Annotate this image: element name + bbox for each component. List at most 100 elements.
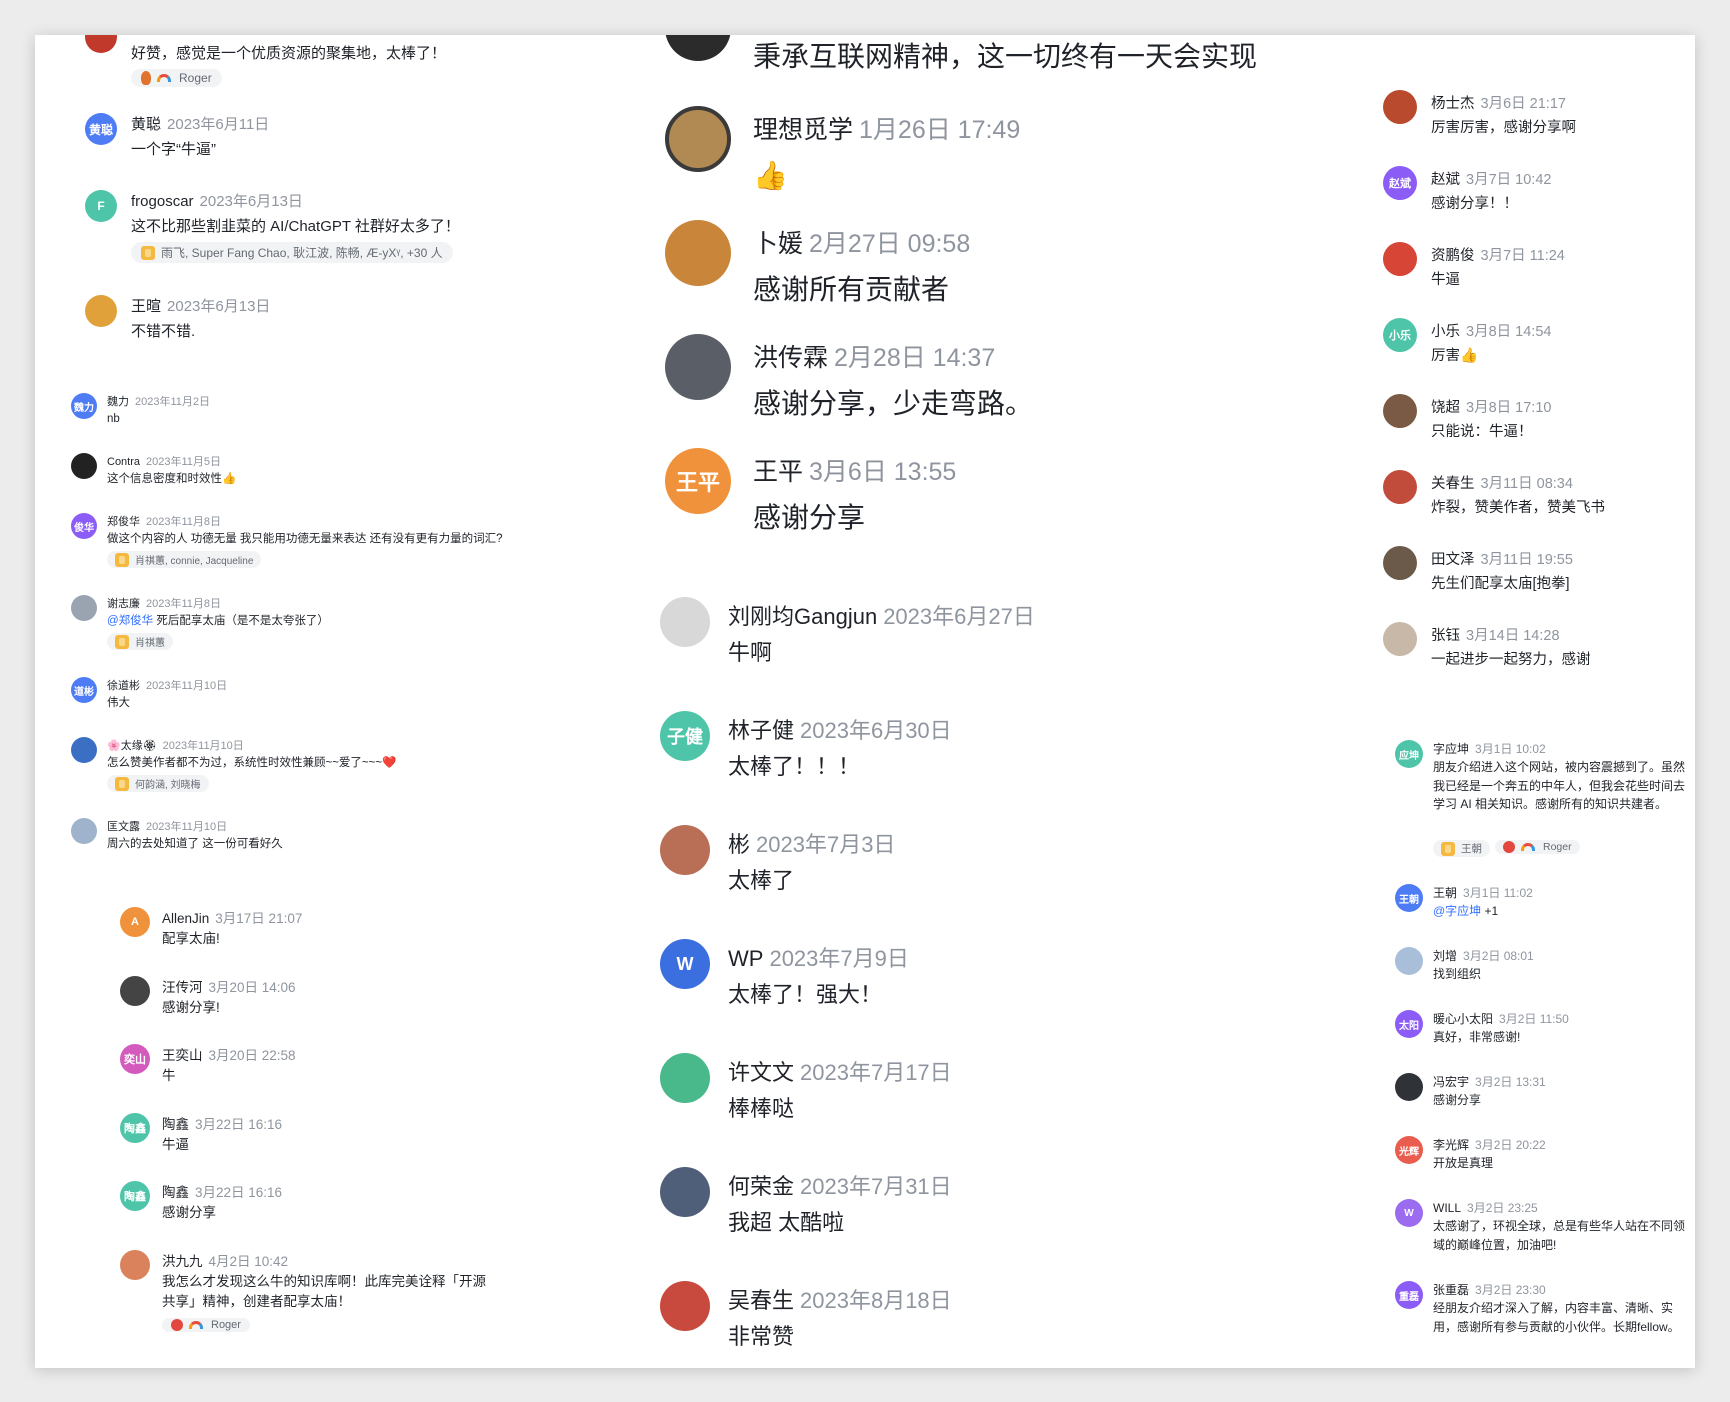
author-name[interactable]: 何荣金 [728, 1174, 794, 1199]
reaction-chip[interactable]: 何韵涵, 刘晓梅 [107, 775, 209, 792]
avatar[interactable]: 子健 [660, 711, 710, 761]
author-name[interactable]: 理想觅学 [753, 116, 853, 144]
avatar[interactable]: 王朝 [1395, 884, 1423, 912]
author-name[interactable]: 洪九九 [162, 1254, 203, 1269]
avatar[interactable]: 陶鑫 [120, 1181, 150, 1211]
avatar[interactable] [660, 825, 710, 875]
avatar[interactable]: 赵斌 [1383, 166, 1417, 200]
reaction-chip[interactable]: 雨飞, Super Fang Chao, 耿江波, 陈畅, Æ-yXᵞ, +30… [131, 242, 453, 263]
reaction-chip[interactable]: 王朝 [1433, 840, 1490, 857]
author-name[interactable]: Contra [107, 456, 140, 468]
author-name[interactable]: 彬 [728, 832, 750, 857]
comment-date: 2023年11月10日 [162, 740, 244, 752]
author-name[interactable]: 刘增 [1433, 949, 1457, 963]
avatar[interactable]: W [660, 939, 710, 989]
author-name[interactable]: 张钰 [1431, 628, 1460, 644]
author-name[interactable]: 吴春生 [728, 1288, 794, 1313]
avatar[interactable] [660, 1167, 710, 1217]
comment-text: 做这个内容的人 功德无量 我只能用功德无量来表达 还有没有更有力量的词汇? [107, 533, 503, 545]
avatar[interactable] [1383, 242, 1417, 276]
avatar[interactable] [85, 295, 117, 327]
avatar[interactable] [660, 597, 710, 647]
mention-link[interactable]: @郑俊华 [107, 615, 153, 627]
reaction-chip[interactable]: 肖祺蕙, connie, Jacqueline [107, 551, 262, 568]
avatar[interactable] [665, 35, 731, 61]
avatar[interactable] [71, 595, 97, 621]
avatar[interactable]: 光辉 [1395, 1136, 1423, 1164]
author-name[interactable]: 杨士杰 [1431, 96, 1475, 112]
author-name[interactable]: 田文泽 [1431, 552, 1475, 568]
author-name[interactable]: 匡文露 [107, 821, 140, 833]
author-name[interactable]: 郑俊华 [107, 516, 140, 528]
avatar[interactable] [120, 976, 150, 1006]
avatar[interactable] [71, 737, 97, 763]
avatar[interactable] [1395, 947, 1423, 975]
avatar[interactable] [660, 1053, 710, 1103]
author-name[interactable]: WILL [1433, 1201, 1461, 1215]
author-name[interactable]: 🌸太缘🏵 [107, 740, 157, 752]
author-name[interactable]: 刘刚均Gangjun [728, 604, 877, 629]
avatar[interactable] [71, 818, 97, 844]
author-name[interactable]: frogoscar [131, 193, 194, 210]
reaction-chip[interactable]: 肖祺蕙 [107, 633, 173, 650]
author-name[interactable]: 汪传河 [162, 980, 203, 995]
author-name[interactable]: 魏力 [107, 396, 129, 408]
avatar[interactable] [665, 106, 731, 172]
avatar[interactable] [71, 453, 97, 479]
avatar[interactable]: 王平 [665, 448, 731, 514]
avatar[interactable]: 奕山 [120, 1044, 150, 1074]
avatar[interactable] [1383, 394, 1417, 428]
author-name[interactable]: 黄聪 [131, 116, 161, 133]
avatar[interactable]: 黄聪 [85, 113, 117, 145]
avatar[interactable]: 魏力 [71, 393, 97, 419]
avatar[interactable] [1395, 1073, 1423, 1101]
avatar[interactable] [1383, 622, 1417, 656]
author-name[interactable]: 关春生 [1431, 476, 1475, 492]
author-name[interactable]: 赵斌 [1431, 172, 1460, 188]
avatar[interactable]: 重磊 [1395, 1281, 1423, 1309]
avatar[interactable]: 俊华 [71, 513, 97, 539]
author-name[interactable]: 谢志廉 [107, 598, 140, 610]
avatar[interactable] [665, 334, 731, 400]
avatar[interactable]: F [85, 190, 117, 222]
reaction-chip[interactable]: Roger [1495, 840, 1580, 854]
avatar[interactable] [665, 220, 731, 286]
author-name[interactable]: 字应坤 [1433, 742, 1469, 756]
author-name[interactable]: 李光辉 [1433, 1138, 1469, 1152]
avatar[interactable] [1383, 90, 1417, 124]
avatar[interactable] [85, 35, 117, 53]
reaction-chip[interactable]: Roger [131, 69, 222, 87]
avatar[interactable]: A [120, 907, 150, 937]
author-name[interactable]: 王奕山 [162, 1048, 203, 1063]
author-name[interactable]: 暖心小太阳 [1433, 1012, 1493, 1026]
author-name[interactable]: 陶鑫 [162, 1185, 189, 1200]
avatar[interactable]: 小乐 [1383, 318, 1417, 352]
author-name[interactable]: 徐道彬 [107, 680, 140, 692]
avatar[interactable] [660, 1281, 710, 1331]
author-name[interactable]: WP [728, 946, 763, 971]
avatar[interactable]: W [1395, 1199, 1423, 1227]
author-name[interactable]: 张重磊 [1433, 1283, 1469, 1297]
avatar[interactable] [120, 1250, 150, 1280]
mention-link[interactable]: @字应坤 [1433, 904, 1481, 918]
author-name[interactable]: 王朝 [1433, 886, 1457, 900]
avatar[interactable]: 应坤 [1395, 740, 1423, 768]
author-name[interactable]: 王暄 [131, 298, 161, 315]
author-name[interactable]: 林子健 [728, 718, 794, 743]
author-name[interactable]: 许文文 [728, 1060, 794, 1085]
avatar[interactable] [1383, 470, 1417, 504]
author-name[interactable]: 王平 [753, 458, 803, 486]
author-name[interactable]: 饶超 [1431, 400, 1460, 416]
avatar[interactable]: 太阳 [1395, 1010, 1423, 1038]
author-name[interactable]: 小乐 [1431, 324, 1460, 340]
avatar[interactable]: 道彬 [71, 677, 97, 703]
avatar[interactable]: 陶鑫 [120, 1113, 150, 1143]
author-name[interactable]: 陶鑫 [162, 1117, 189, 1132]
author-name[interactable]: 资鹏俊 [1431, 248, 1475, 264]
avatar[interactable] [1383, 546, 1417, 580]
author-name[interactable]: AllenJin [162, 911, 209, 926]
author-name[interactable]: 冯宏宇 [1433, 1075, 1469, 1089]
author-name[interactable]: 卜媛 [753, 230, 803, 258]
reaction-chip[interactable]: Roger [162, 1318, 250, 1332]
author-name[interactable]: 洪传霖 [753, 344, 828, 372]
